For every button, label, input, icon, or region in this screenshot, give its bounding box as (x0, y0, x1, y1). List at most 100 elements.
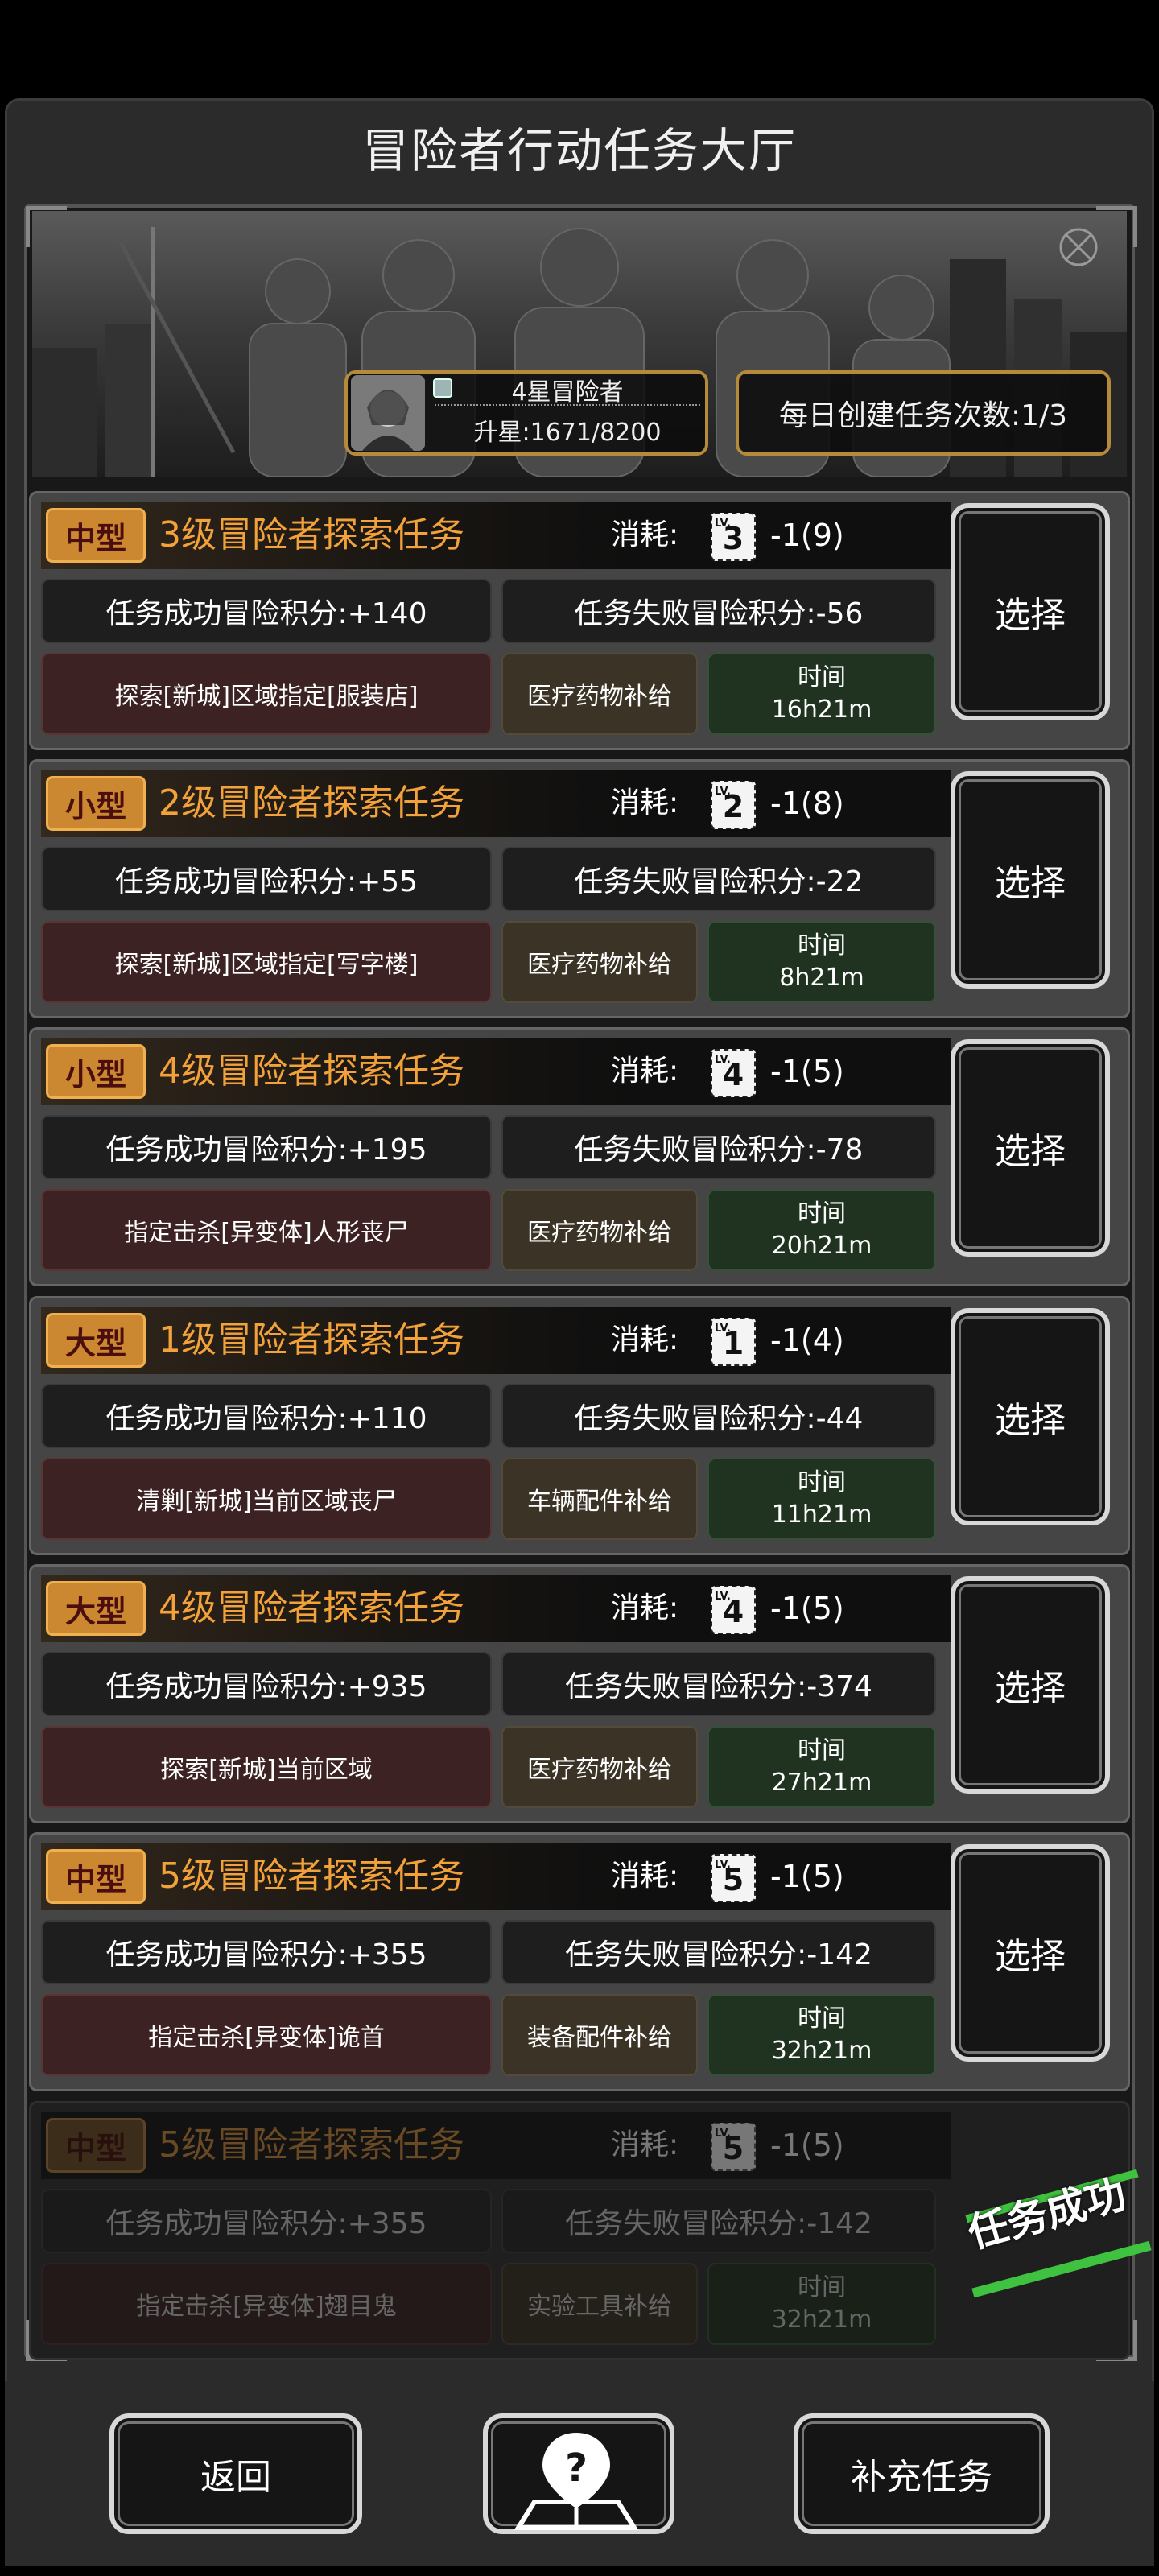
mission-reward: 装备配件补给 (501, 1994, 698, 2076)
select-mission-button[interactable]: 选择 (951, 1308, 1110, 1525)
mission-card: 大型 4级冒险者探索任务 消耗: LV. 4 -1(5) 任务成功冒险积分:+935 任务失败… (29, 1564, 1130, 1823)
mission-reward: 医疗药物补给 (501, 921, 698, 1003)
cost-label: 消耗: (611, 1323, 679, 1356)
mission-time: 时间 32h21m (707, 1994, 936, 2076)
mission-card-completed: 中型 5级冒险者探索任务 消耗: LV. 5 -1(5) 任务成功冒险积分:+355 任务失败… (29, 2101, 1152, 2360)
cost-value: -1(9) (770, 518, 844, 553)
page-title: 冒险者行动任务大厅 (361, 123, 797, 178)
mission-time: 时间 8h21m (707, 921, 936, 1003)
mission-size-tag: 小型 (46, 776, 146, 831)
level-card-icon: LV. 2 (711, 781, 756, 829)
mission-reward: 医疗药物补给 (501, 1189, 698, 1271)
level-card-icon: LV. 5 (711, 2123, 756, 2171)
divider (435, 404, 700, 406)
cost-label: 消耗: (611, 786, 679, 819)
cost-label: 消耗: (611, 1591, 679, 1624)
cost-value: -1(5) (770, 1054, 844, 1089)
mission-size-tag: 中型 (46, 2118, 146, 2173)
success-points: 任务成功冒险积分:+110 (41, 1384, 492, 1448)
time-value: 27h21m (771, 1769, 872, 1797)
time-value: 32h21m (771, 2306, 872, 2334)
select-mission-button[interactable]: 选择 (951, 1576, 1110, 1794)
mission-reward: 医疗药物补给 (501, 653, 698, 735)
mission-title: 1级冒险者探索任务 (159, 1319, 464, 1360)
rank-gem-icon (433, 378, 452, 398)
mission-time: 时间 27h21m (707, 1726, 936, 1808)
mission-size-tag: 大型 (46, 1313, 146, 1368)
cost-value: -1(5) (770, 1591, 844, 1626)
fail-points: 任务失败冒险积分:-142 (501, 1920, 936, 1984)
daily-task-count: 每日创建任务次数:1/3 (736, 370, 1111, 456)
rank-label: 4星冒险者 (511, 378, 624, 407)
mission-title: 4级冒险者探索任务 (159, 1587, 464, 1629)
cost-label: 消耗: (611, 1055, 679, 1088)
mission-description: 指定击杀[异变体]人形丧尸 (41, 1189, 492, 1271)
mission-description: 探索[新城]区域指定[写字楼] (41, 921, 492, 1003)
cost-value: -1(8) (770, 786, 844, 821)
mission-time: 时间 20h21m (707, 1189, 936, 1271)
avatar-portrait-icon (351, 375, 425, 451)
time-label: 时间 (798, 931, 846, 960)
cost-label: 消耗: (611, 518, 679, 551)
fail-points: 任务失败冒险积分:-22 (501, 847, 936, 911)
mission-card: 小型 4级冒险者探索任务 消耗: LV. 4 -1(5) 任务成功冒险积分:+195 任务失败… (29, 1027, 1130, 1286)
mission-time: 时间 32h21m (707, 2263, 936, 2345)
cost-label: 消耗: (611, 2128, 679, 2161)
mission-time: 时间 11h21m (707, 1458, 936, 1540)
time-label: 时间 (798, 1736, 846, 1765)
time-value: 11h21m (771, 1501, 872, 1529)
mission-title: 5级冒险者探索任务 (159, 2124, 464, 2165)
upgrade-progress: 升星:1671/8200 (473, 419, 662, 447)
success-points: 任务成功冒险积分:+140 (41, 579, 492, 643)
success-points: 任务成功冒险积分:+355 (41, 2189, 492, 2253)
success-points: 任务成功冒险积分:+195 (41, 1115, 492, 1179)
level-card-icon: LV. 3 (711, 513, 756, 561)
time-label: 时间 (798, 663, 846, 691)
level-card-icon: LV. 4 (711, 1586, 756, 1634)
time-label: 时间 (798, 1468, 846, 1496)
mission-card: 中型 5级冒险者探索任务 消耗: LV. 5 -1(5) 任务成功冒险积分:+355 任务失败… (29, 1832, 1130, 2091)
mission-description: 探索[新城]当前区域 (41, 1726, 492, 1808)
success-points: 任务成功冒险积分:+55 (41, 847, 492, 911)
level-card-icon: LV. 4 (711, 1049, 756, 1097)
avatar[interactable] (351, 375, 425, 451)
mission-reward: 车辆配件补给 (501, 1458, 698, 1540)
cost-value: -1(5) (770, 2128, 844, 2163)
time-value: 20h21m (771, 1232, 872, 1260)
mission-size-tag: 大型 (46, 1581, 146, 1636)
mission-title: 2级冒险者探索任务 (159, 782, 464, 824)
success-points: 任务成功冒险积分:+935 (41, 1652, 492, 1716)
fail-points: 任务失败冒险积分:-44 (501, 1384, 936, 1448)
fail-points: 任务失败冒险积分:-78 (501, 1115, 936, 1179)
mission-size-tag: 中型 (46, 1849, 146, 1904)
help-map-pin-icon: ? (514, 2433, 639, 2530)
level-card-icon: LV. 5 (711, 1854, 756, 1902)
cost-label: 消耗: (611, 1860, 679, 1893)
select-mission-button[interactable]: 选择 (951, 1844, 1110, 2062)
mission-description: 指定击杀[异变体]翅目鬼 (41, 2263, 492, 2345)
mission-card: 中型 3级冒险者探索任务 消耗: LV. 3 -1(9) 任务成功冒险积分:+140 任务失败… (29, 491, 1130, 750)
level-card-icon: LV. 1 (711, 1318, 756, 1366)
back-button[interactable]: 返回 (109, 2413, 362, 2534)
svg-text:?: ? (565, 2446, 588, 2491)
time-value: 16h21m (771, 696, 872, 724)
mission-card: 小型 2级冒险者探索任务 消耗: LV. 2 -1(8) 任务成功冒险积分:+55 任务失败冒… (29, 759, 1130, 1018)
mission-description: 指定击杀[异变体]诡首 (41, 1994, 492, 2076)
time-label: 时间 (798, 2004, 846, 2033)
mission-description: 探索[新城]区域指定[服装店] (41, 653, 492, 735)
select-mission-button[interactable]: 选择 (951, 771, 1110, 989)
select-mission-button[interactable]: 选择 (951, 1039, 1110, 1257)
supplement-task-button[interactable]: 补充任务 (794, 2413, 1050, 2534)
time-label: 时间 (798, 2273, 846, 2301)
cost-value: -1(4) (770, 1323, 844, 1358)
mission-card: 大型 1级冒险者探索任务 消耗: LV. 1 -1(4) 任务成功冒险积分:+110 任务失败… (29, 1296, 1130, 1555)
fail-points: 任务失败冒险积分:-56 (501, 579, 936, 643)
success-points: 任务成功冒险积分:+355 (41, 1920, 492, 1984)
mission-description: 清剿[新城]当前区域丧尸 (41, 1458, 492, 1540)
mission-size-tag: 小型 (46, 1044, 146, 1099)
fail-points: 任务失败冒险积分:-374 (501, 1652, 936, 1716)
help-button[interactable]: ? (483, 2413, 674, 2534)
select-mission-button[interactable]: 选择 (951, 503, 1110, 720)
mission-title: 3级冒险者探索任务 (159, 514, 464, 555)
fail-points: 任务失败冒险积分:-142 (501, 2189, 936, 2253)
